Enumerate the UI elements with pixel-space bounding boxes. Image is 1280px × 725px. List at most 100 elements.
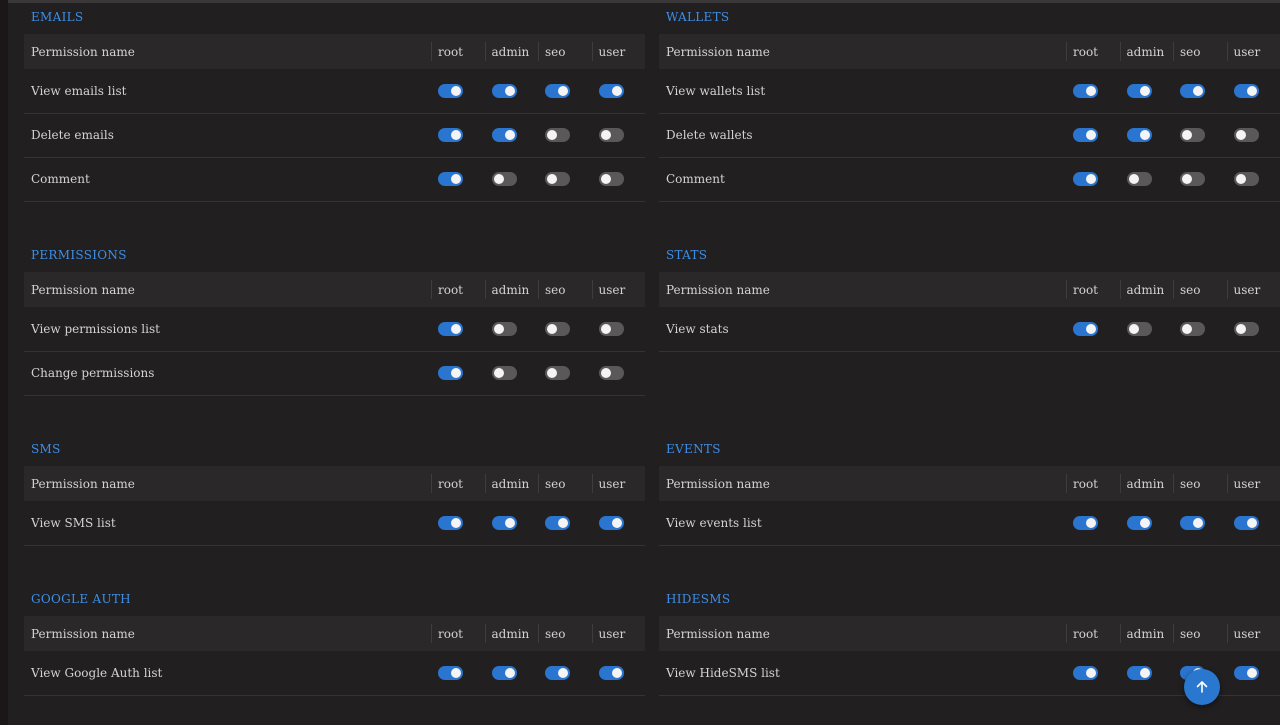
permission-cell [592, 651, 646, 695]
toggle-user[interactable] [1233, 128, 1259, 143]
toggle-seo[interactable] [1180, 128, 1205, 143]
permission-cell [485, 307, 539, 351]
permission-cell [1120, 157, 1174, 201]
toggle-user[interactable] [1233, 172, 1259, 187]
permission-name: Comment [31, 172, 90, 186]
toggle-seo[interactable] [1180, 516, 1205, 530]
toggle-user[interactable] [598, 172, 624, 187]
toggle-root[interactable] [438, 84, 463, 98]
toggle-user[interactable] [1233, 322, 1259, 336]
toggle-admin[interactable] [1126, 666, 1152, 680]
toggle-admin[interactable] [1126, 322, 1152, 336]
toggle-user[interactable] [598, 366, 624, 381]
toggle-root[interactable] [438, 322, 463, 336]
toggle-knob [451, 86, 461, 96]
permission-cell [431, 307, 485, 351]
toggle-user[interactable] [1233, 84, 1259, 98]
permission-cell [1066, 651, 1120, 695]
toggle-admin[interactable] [491, 322, 517, 336]
column-header-permission-name: Permission name [666, 44, 770, 59]
table-row: Delete emails [24, 113, 645, 157]
toggle-root[interactable] [438, 366, 463, 381]
permission-cell [1066, 501, 1120, 545]
table-row: View permissions list [24, 307, 645, 351]
toggle-admin[interactable] [1126, 84, 1152, 98]
section-title: GOOGLE AUTH [31, 592, 131, 606]
toggle-seo[interactable] [545, 516, 570, 530]
toggle-seo[interactable] [1180, 172, 1205, 187]
toggle-seo[interactable] [545, 172, 570, 187]
toggle-root[interactable] [438, 516, 463, 530]
toggle-root[interactable] [1073, 84, 1098, 98]
toggle-user[interactable] [1233, 516, 1259, 530]
toggle-seo[interactable] [1180, 322, 1205, 336]
permission-cell [592, 157, 646, 201]
permission-name: View events list [666, 515, 762, 530]
toggle-seo[interactable] [545, 666, 570, 680]
toggle-root[interactable] [438, 172, 463, 187]
toggle-user[interactable] [598, 128, 624, 143]
toggle-root[interactable] [438, 666, 463, 680]
section-title: SMS [31, 442, 61, 456]
toggle-root[interactable] [1073, 128, 1098, 143]
toggle-knob [451, 518, 461, 528]
column-header-permission-name: Permission name [31, 44, 135, 59]
column-header-root: root [1066, 616, 1120, 651]
column-header-permission-name: Permission name [31, 282, 135, 297]
toggle-user[interactable] [1233, 666, 1259, 680]
permission-name: View emails list [31, 83, 127, 98]
column-header-admin: admin [1119, 616, 1174, 651]
toggle-user[interactable] [598, 84, 624, 98]
section-title: HIDESMS [666, 592, 731, 606]
permission-cell [485, 651, 539, 695]
toggle-seo[interactable] [545, 322, 570, 336]
permission-name: View SMS list [31, 515, 116, 530]
toggle-knob [451, 130, 461, 141]
permission-cell [431, 651, 485, 695]
toggle-knob [600, 130, 611, 141]
toggle-seo[interactable] [545, 366, 570, 381]
toggle-admin[interactable] [491, 666, 517, 680]
toggle-user[interactable] [598, 322, 624, 336]
toggle-knob [504, 86, 515, 96]
permission-cell [485, 113, 539, 157]
toggle-admin[interactable] [491, 128, 517, 143]
toggle-admin[interactable] [1126, 128, 1152, 143]
toggle-knob [1086, 324, 1096, 334]
toggle-root[interactable] [1073, 666, 1098, 680]
toggle-admin[interactable] [1126, 172, 1152, 187]
toggle-root[interactable] [1073, 172, 1098, 187]
toggle-admin[interactable] [491, 172, 517, 187]
toggle-admin[interactable] [491, 516, 517, 530]
scroll-top-button[interactable] [1184, 669, 1220, 705]
column-header-seo: seo [538, 466, 592, 501]
permission-cell [1173, 113, 1227, 157]
toggle-knob [611, 86, 622, 96]
toggle-user[interactable] [598, 666, 624, 680]
column-header-root: root [431, 466, 485, 501]
permission-name: Change permissions [31, 366, 155, 380]
toggle-admin[interactable] [491, 84, 517, 98]
table-header-row: Permission name root admin seo user [24, 34, 645, 69]
toggle-user[interactable] [598, 516, 624, 530]
toggle-root[interactable] [438, 128, 463, 143]
permission-name: View stats [666, 321, 729, 336]
toggle-admin[interactable] [491, 366, 517, 381]
toggle-knob [558, 86, 568, 96]
toggle-knob [1128, 324, 1139, 334]
top-border [0, 0, 1280, 3]
permission-name: View HideSMS list [666, 665, 780, 680]
toggle-seo[interactable] [545, 84, 570, 98]
table-row: Comment [24, 157, 645, 201]
toggle-seo[interactable] [1180, 84, 1205, 98]
toggle-knob [547, 324, 557, 334]
toggle-admin[interactable] [1126, 516, 1152, 530]
permission-cell [1173, 307, 1227, 351]
toggle-knob [1246, 668, 1257, 678]
toggle-seo[interactable] [545, 128, 570, 143]
toggle-root[interactable] [1073, 516, 1098, 530]
permission-cell [592, 501, 646, 545]
column-header-user: user [1226, 272, 1280, 307]
toggle-root[interactable] [1073, 322, 1098, 336]
column-header-root: root [431, 272, 485, 307]
